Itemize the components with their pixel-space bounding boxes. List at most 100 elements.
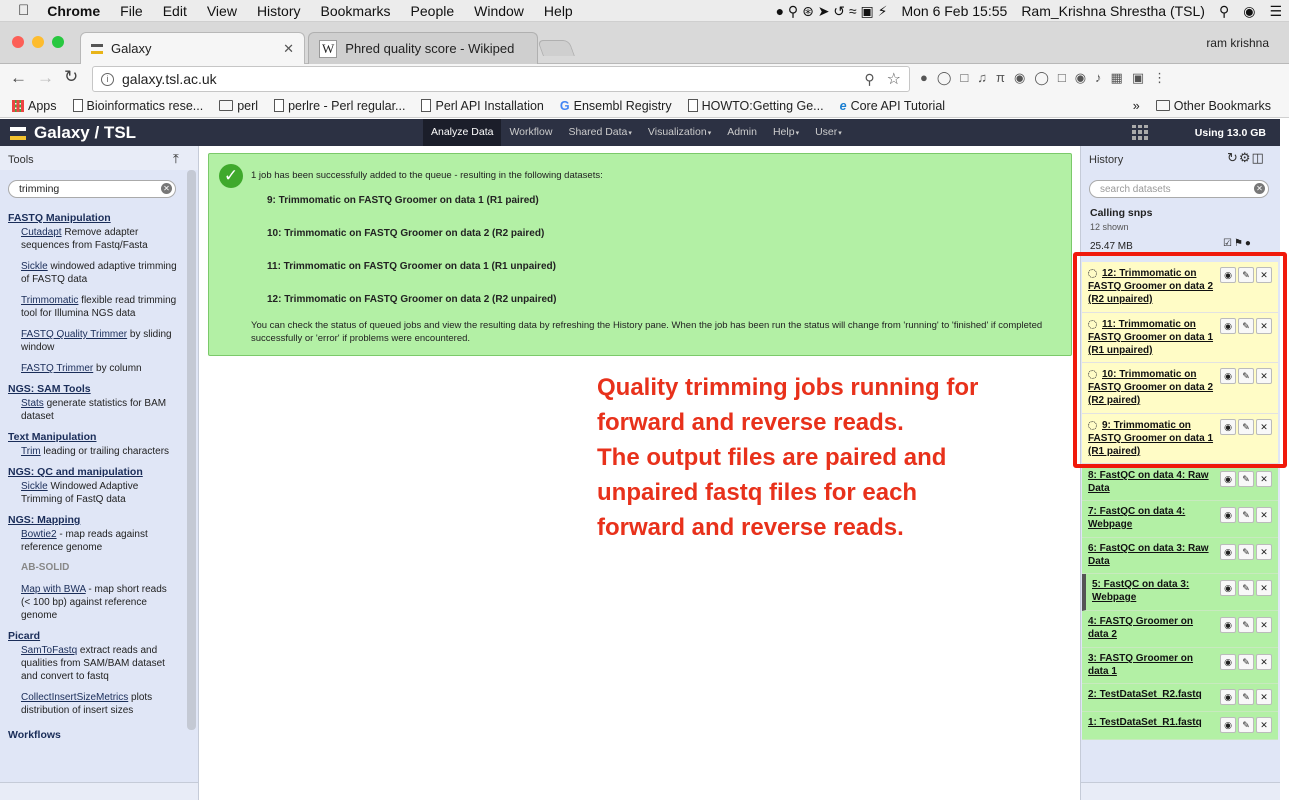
pencil-icon[interactable]: ✎ [1238, 580, 1254, 596]
eye-icon[interactable]: ◉ [1220, 507, 1236, 523]
history-search-input[interactable]: search datasets ✕ [1089, 180, 1269, 198]
notification-center-icon[interactable]: ☰ [1262, 3, 1289, 20]
nav-visualization[interactable]: Visualization▾ [640, 119, 719, 146]
address-bar[interactable]: i galaxy.tsl.ac.uk ⚲ ☆ [92, 66, 910, 92]
tool-cutadapt[interactable]: Cutadapt Remove adapter sequences from F… [21, 226, 177, 252]
nav-workflow[interactable]: Workflow [501, 119, 560, 146]
close-tab-icon[interactable]: ✕ [283, 41, 294, 57]
history-item-2[interactable]: 2: TestDataSet_R2.fastq ◉ ✎ ✕ [1082, 684, 1278, 712]
bookmark-item[interactable]: Bioinformatics rese... [65, 99, 212, 113]
history-options-icons[interactable]: ↻⚙◫ [1227, 150, 1265, 166]
bookmark-item[interactable]: G Ensembl Registry [552, 99, 680, 113]
menu-file[interactable]: File [110, 3, 153, 19]
menu-user[interactable]: Ram_Krishna Shrestha (TSL) [1014, 3, 1212, 19]
tool-fastq-trimmer[interactable]: FASTQ Trimmer by column [21, 362, 177, 375]
history-action-icons[interactable]: ☑⚑● [1223, 238, 1253, 249]
nav-user[interactable]: User▾ [807, 119, 850, 146]
new-tab-button[interactable] [537, 40, 575, 56]
status-icons[interactable]: ● ⚲ ⊛ ➤ ↺ ≈ ▣ ⚡ [769, 3, 895, 20]
nav-admin[interactable]: Admin [719, 119, 765, 146]
history-item-6[interactable]: 6: FastQC on data 3: Raw Data ◉ ✎ ✕ [1082, 538, 1278, 574]
section-fastq-manipulation[interactable]: FASTQ Manipulation [8, 212, 185, 224]
section-ngs-sam-tools[interactable]: NGS: SAM Tools [8, 383, 185, 395]
menu-view[interactable]: View [197, 3, 247, 19]
eye-icon[interactable]: ◉ [1220, 617, 1236, 633]
tool-trimmomatic[interactable]: Trimmomatic flexible read trimming tool … [21, 294, 177, 320]
pencil-icon[interactable]: ✎ [1238, 689, 1254, 705]
profile-name[interactable]: ram krishna [1206, 36, 1269, 50]
history-item-8[interactable]: 8: FastQC on data 4: Raw Data ◉ ✎ ✕ [1082, 466, 1278, 501]
section-picard[interactable]: Picard [8, 630, 185, 642]
bookmark-item[interactable]: HOWTO:Getting Ge... [680, 99, 832, 113]
bookmark-folder[interactable]: perl [211, 99, 266, 113]
pencil-icon[interactable]: ✎ [1238, 617, 1254, 633]
bookmark-item[interactable]: Perl API Installation [413, 99, 551, 113]
tab-wikipedia[interactable]: W Phred quality score - Wikipedia [308, 32, 538, 64]
delete-icon[interactable]: ✕ [1256, 717, 1272, 733]
section-text-manipulation[interactable]: Text Manipulation [8, 431, 185, 443]
section-ngs-mapping[interactable]: NGS: Mapping [8, 514, 185, 526]
delete-icon[interactable]: ✕ [1256, 654, 1272, 670]
nav-analyze-data[interactable]: Analyze Data [423, 119, 502, 146]
menu-app-name[interactable]: Chrome [37, 3, 110, 19]
menu-window[interactable]: Window [464, 3, 534, 19]
history-name[interactable]: Calling snps [1090, 207, 1152, 219]
tool-bowtie2[interactable]: Bowtie2 - map reads against reference ge… [21, 528, 177, 554]
delete-icon[interactable]: ✕ [1256, 617, 1272, 633]
zoom-window-icon[interactable] [52, 36, 64, 48]
tool-sickle-qc[interactable]: Sickle Windowed Adaptive Trimming of Fas… [21, 480, 177, 506]
tool-fastq-quality-trimmer[interactable]: FASTQ Quality Trimmer by sliding window [21, 328, 177, 354]
nav-shared-data[interactable]: Shared Data▾ [560, 119, 639, 146]
eye-icon[interactable]: ◉ [1220, 654, 1236, 670]
delete-icon[interactable]: ✕ [1256, 544, 1272, 560]
delete-icon[interactable]: ✕ [1256, 507, 1272, 523]
bookmarks-overflow[interactable]: » [1125, 99, 1148, 113]
clear-search-icon[interactable]: ✕ [1254, 183, 1265, 194]
galaxy-brand[interactable]: Galaxy / TSL [10, 123, 136, 143]
pencil-icon[interactable]: ✎ [1238, 471, 1254, 487]
tool-map-with-bwa[interactable]: Map with BWA - map short reads (< 100 bp… [21, 583, 177, 622]
apple-icon[interactable]:  [0, 2, 37, 19]
pencil-icon[interactable]: ✎ [1238, 544, 1254, 560]
section-ngs-qc[interactable]: NGS: QC and manipulation [8, 466, 185, 478]
history-item-3[interactable]: 3: FASTQ Groomer on data 1 ◉ ✎ ✕ [1082, 648, 1278, 684]
forward-icon[interactable]: → [37, 68, 54, 88]
pencil-icon[interactable]: ✎ [1238, 654, 1254, 670]
menu-bookmarks[interactable]: Bookmarks [311, 3, 401, 19]
menu-help[interactable]: Help [534, 3, 583, 19]
back-icon[interactable]: ← [10, 68, 27, 88]
reload-icon[interactable]: ↻ [64, 67, 78, 87]
info-icon[interactable]: i [101, 72, 114, 86]
tool-search-input[interactable]: trimming ✕ [8, 180, 176, 198]
clock[interactable]: Mon 6 Feb 15:55 [894, 3, 1014, 19]
upload-icon[interactable]: ⤒ [173, 151, 179, 167]
tab-galaxy[interactable]: Galaxy ✕ [80, 32, 305, 64]
eye-icon[interactable]: ◉ [1220, 580, 1236, 596]
tool-trim[interactable]: Trim leading or trailing characters [21, 445, 177, 458]
spotlight-icon[interactable]: ⚲ [1212, 3, 1236, 20]
tool-stats[interactable]: Stats generate statistics for BAM datase… [21, 397, 177, 423]
clear-search-icon[interactable]: ✕ [161, 183, 172, 194]
delete-icon[interactable]: ✕ [1256, 471, 1272, 487]
bookmark-other[interactable]: Other Bookmarks [1148, 99, 1289, 113]
bookmark-apps[interactable]: Apps [0, 99, 65, 113]
history-item-7[interactable]: 7: FastQC on data 4: Webpage ◉ ✎ ✕ [1082, 501, 1278, 538]
bookmark-item[interactable]: e Core API Tutorial [832, 99, 953, 113]
tool-samtofastq[interactable]: SamToFastq extract reads and qualities f… [21, 644, 177, 683]
close-window-icon[interactable] [12, 36, 24, 48]
nav-help[interactable]: Help▾ [765, 119, 807, 146]
eye-icon[interactable]: ◉ [1220, 717, 1236, 733]
pencil-icon[interactable]: ✎ [1238, 507, 1254, 523]
eye-icon[interactable]: ◉ [1220, 471, 1236, 487]
history-item-4[interactable]: 4: FASTQ Groomer on data 2 ◉ ✎ ✕ [1082, 611, 1278, 648]
extension-icons[interactable]: ●◯□♫π◉◯□◉♪▦▣⋮ [920, 70, 1175, 86]
quota-meter[interactable]: Using 13.0 GB [1195, 127, 1266, 139]
tool-collectinsertsizemetrics[interactable]: CollectInsertSizeMetrics plots distribut… [21, 691, 177, 717]
siri-icon[interactable]: ◉ [1236, 3, 1262, 20]
delete-icon[interactable]: ✕ [1256, 689, 1272, 705]
bookmark-star-icon[interactable]: ☆ [887, 69, 901, 89]
apps-grid-icon[interactable] [1132, 125, 1149, 140]
tools-scrollbar[interactable] [187, 170, 196, 730]
history-item-1[interactable]: 1: TestDataSet_R1.fastq ◉ ✎ ✕ [1082, 712, 1278, 740]
menu-people[interactable]: People [401, 3, 465, 19]
